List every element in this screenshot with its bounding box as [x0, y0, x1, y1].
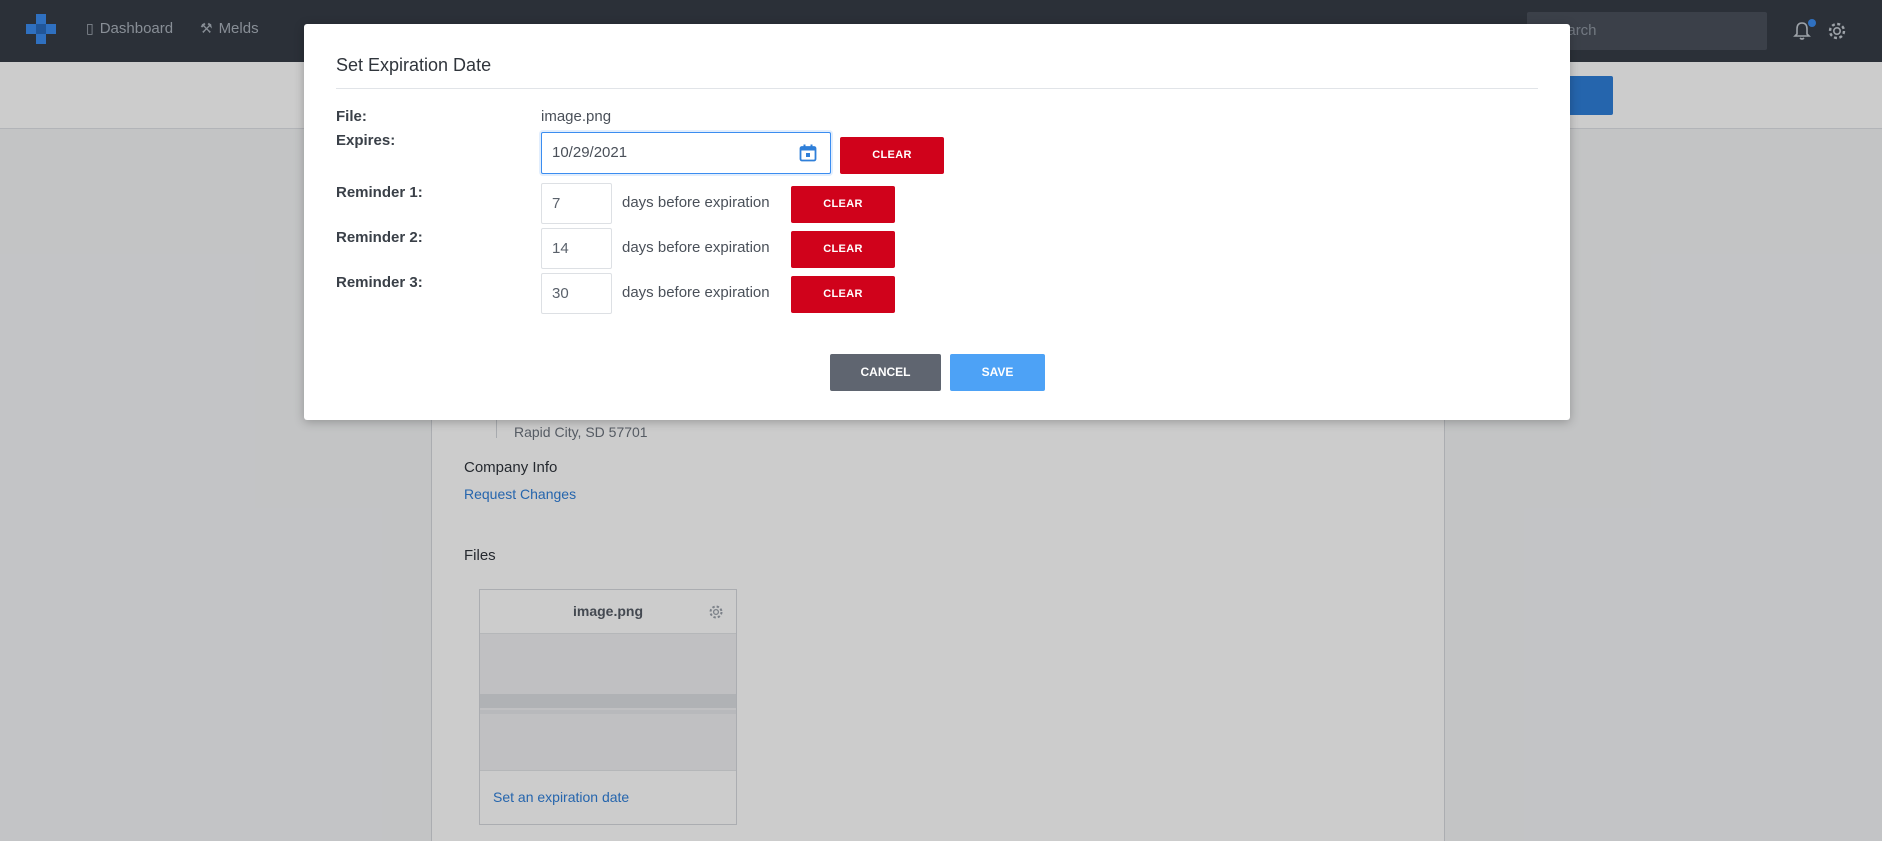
reminder-3-days-value: 30	[552, 285, 569, 302]
clear-reminder-1-button[interactable]: CLEAR	[791, 186, 895, 223]
expires-label: Expires:	[336, 132, 396, 149]
reminder-3-days-input[interactable]: 30	[541, 273, 612, 314]
clear-reminder-3-button[interactable]: CLEAR	[791, 276, 895, 313]
expiration-modal: Set Expiration Date File: image.png Expi…	[304, 24, 1570, 420]
clear-reminder-2-button[interactable]: CLEAR	[791, 231, 895, 268]
file-value: image.png	[541, 108, 612, 125]
reminder-2-label: Reminder 2:	[336, 229, 423, 246]
modal-divider	[336, 88, 1538, 89]
reminder-1-days-input[interactable]: 7	[541, 183, 612, 224]
reminder-2-days-value: 14	[552, 240, 569, 257]
cancel-button[interactable]: CANCEL	[830, 354, 941, 391]
save-button[interactable]: SAVE	[950, 354, 1045, 391]
reminder-3-suffix: days before expiration	[622, 284, 770, 301]
reminder-1-suffix: days before expiration	[622, 194, 770, 211]
clear-expires-button[interactable]: CLEAR	[840, 137, 944, 174]
file-label: File:	[336, 108, 367, 125]
reminder-1-label: Reminder 1:	[336, 184, 423, 201]
reminder-2-suffix: days before expiration	[622, 239, 770, 256]
expires-date-value: 10/29/2021	[552, 144, 628, 161]
expires-date-field[interactable]: 10/29/2021	[541, 132, 831, 174]
modal-title: Set Expiration Date	[336, 55, 492, 75]
calendar-icon[interactable]	[798, 143, 818, 163]
reminder-3-label: Reminder 3:	[336, 274, 423, 291]
reminder-2-days-input[interactable]: 14	[541, 228, 612, 269]
reminder-1-days-value: 7	[552, 195, 561, 212]
